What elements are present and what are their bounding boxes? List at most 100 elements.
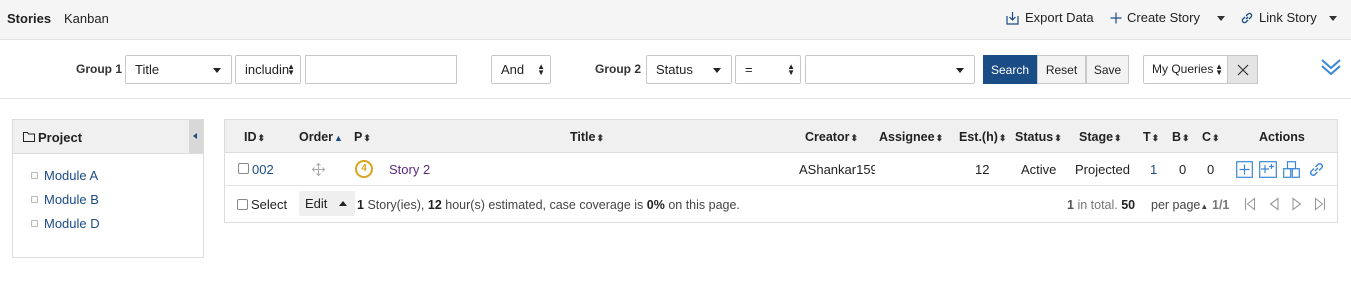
search-form: Group 1 Title includin ▲ ▼ And ▲ ▼ Group 2… xyxy=(0,40,1351,99)
tree-item-label: Module B xyxy=(44,192,99,207)
split-story-icon[interactable] xyxy=(1283,161,1300,178)
col-bugs[interactable]: B⬍ xyxy=(1172,130,1190,144)
top-bar: Stories Kanban Export Data Create Story … xyxy=(0,0,1351,40)
priority-badge: 4 xyxy=(355,160,373,178)
sort-icon: ⬍ xyxy=(935,133,944,143)
group1-operator-select[interactable]: includin ▲ ▼ xyxy=(235,55,301,84)
group2-field-value: Status xyxy=(656,62,693,77)
page-indicator: 1/1 xyxy=(1212,198,1230,212)
add-task-icon[interactable] xyxy=(1236,161,1253,178)
link-story-button[interactable]: Link Story xyxy=(1240,10,1317,25)
create-story-label: Create Story xyxy=(1127,10,1200,25)
reset-button[interactable]: Reset xyxy=(1037,55,1086,84)
bullet-icon xyxy=(31,196,38,203)
cases-count: 0 xyxy=(1207,162,1215,177)
table-header: ID⬍ Order▲ P⬍ Title⬍ Creator⬍ Assignee⬍ … xyxy=(225,120,1337,153)
plus-icon xyxy=(1110,12,1122,23)
col-cases[interactable]: C⬍ xyxy=(1202,130,1220,144)
sort-icon: ⬍ xyxy=(363,133,371,143)
export-data-button[interactable]: Export Data xyxy=(1005,10,1094,25)
prev-page-icon[interactable] xyxy=(1268,197,1280,211)
col-creator[interactable]: Creator⬍ xyxy=(805,130,858,144)
tasks-count-link[interactable]: 1 xyxy=(1150,162,1157,177)
bullet-icon xyxy=(31,172,38,179)
drag-handle-icon[interactable] xyxy=(312,163,325,176)
group1-value-input[interactable] xyxy=(305,55,457,84)
batch-edit-button[interactable]: Edit xyxy=(299,191,355,216)
save-query-button[interactable]: Save xyxy=(1086,55,1129,84)
batch-edit-label: Edit xyxy=(305,196,328,211)
col-title[interactable]: Title⬍ xyxy=(570,130,604,144)
table-row: 002 4 Story 2 AShankar159 12 Active Proj… xyxy=(225,153,1337,186)
last-page-icon[interactable] xyxy=(1314,197,1326,211)
group2-field-select[interactable]: Status xyxy=(646,55,732,84)
first-page-icon[interactable] xyxy=(1244,197,1256,211)
link-icon[interactable] xyxy=(1308,161,1325,178)
sort-icon: ⬍ xyxy=(1054,133,1062,143)
group2-operator-select[interactable]: = ▲ ▼ xyxy=(735,55,801,84)
group2-value-select[interactable] xyxy=(805,55,975,84)
project-tree-panel: Project Module A Module B Module D xyxy=(12,119,204,258)
sort-icon: ⬍ xyxy=(1151,133,1160,143)
row-checkbox[interactable] xyxy=(238,163,249,174)
tree-item-module-b[interactable]: Module B xyxy=(31,192,99,207)
group1-field-select[interactable]: Title xyxy=(125,55,232,84)
chevron-down-icon xyxy=(956,68,964,73)
sort-icon: ⬍ xyxy=(596,133,605,143)
col-stage[interactable]: Stage⬍ xyxy=(1079,130,1122,144)
sort-icon: ⬍ xyxy=(850,133,859,143)
next-page-icon[interactable] xyxy=(1291,197,1303,211)
col-priority[interactable]: P⬍ xyxy=(354,130,371,144)
my-queries-select[interactable]: My Queries ▲ ▼ xyxy=(1143,55,1229,84)
folder-icon xyxy=(23,132,35,142)
group2-label: Group 2 xyxy=(595,62,642,76)
tree-item-label: Module D xyxy=(44,216,100,231)
story-id-link[interactable]: 002 xyxy=(252,162,274,177)
col-status[interactable]: Status⬍ xyxy=(1015,130,1062,144)
page-title: Stories xyxy=(7,11,52,26)
bullet-icon xyxy=(31,220,38,227)
story-title-link[interactable]: Story 2 xyxy=(389,162,430,177)
export-data-label: Export Data xyxy=(1025,10,1094,25)
stage-cell: Projected xyxy=(1075,162,1130,177)
link-story-label: Link Story xyxy=(1259,10,1317,25)
chevron-down-icon xyxy=(713,68,721,73)
tree-item-module-d[interactable]: Module D xyxy=(31,216,100,231)
link-story-dropdown-icon[interactable] xyxy=(1329,16,1337,21)
table-footer: Select Edit 1 Story(ies), 12 hour(s) est… xyxy=(225,187,1337,222)
clear-query-button[interactable] xyxy=(1227,55,1258,84)
collapse-panel-button[interactable] xyxy=(189,120,203,153)
pagination-info: 1 in total. 50 xyxy=(1067,198,1136,212)
updown-icon: ▲ ▼ xyxy=(287,62,295,77)
group1-field-value: Title xyxy=(135,62,160,77)
chevron-up-icon xyxy=(339,201,347,206)
updown-icon: ▲ ▼ xyxy=(537,62,545,77)
col-estimate[interactable]: Est.(h)⬍ xyxy=(959,130,1006,144)
group1-operator-value: includin xyxy=(245,62,290,77)
expand-search-icon[interactable] xyxy=(1320,56,1342,78)
status-cell: Active xyxy=(1021,162,1057,177)
sort-icon: ⬍ xyxy=(1212,133,1220,143)
batch-add-task-icon[interactable] xyxy=(1259,161,1277,178)
group2-operator-value: = xyxy=(745,62,753,77)
search-button[interactable]: Search xyxy=(983,55,1037,84)
export-icon xyxy=(1006,11,1019,25)
col-assignee[interactable]: Assignee⬍ xyxy=(879,130,943,144)
updown-icon: ▲ ▼ xyxy=(1215,62,1223,77)
tree-item-label: Module A xyxy=(44,168,99,183)
col-order[interactable]: Order▲ xyxy=(299,130,343,144)
and-or-select[interactable]: And ▲ ▼ xyxy=(491,55,551,84)
create-story-dropdown-icon[interactable] xyxy=(1217,16,1225,21)
updown-icon: ▲ ▼ xyxy=(787,62,795,77)
sort-icon: ⬍ xyxy=(1182,133,1190,143)
kanban-link[interactable]: Kanban xyxy=(64,11,109,26)
tree-item-module-a[interactable]: Module A xyxy=(31,168,98,183)
creator-cell: AShankar159 xyxy=(799,162,875,177)
select-all-label[interactable]: Select xyxy=(251,197,287,212)
sort-icon: ⬍ xyxy=(257,133,266,143)
create-story-button[interactable]: Create Story xyxy=(1110,10,1200,25)
col-id[interactable]: ID⬍ xyxy=(244,130,265,144)
select-all-checkbox[interactable] xyxy=(237,199,248,210)
col-tasks[interactable]: T⬍ xyxy=(1143,130,1159,144)
per-page-select[interactable]: per page▲ xyxy=(1151,198,1208,212)
